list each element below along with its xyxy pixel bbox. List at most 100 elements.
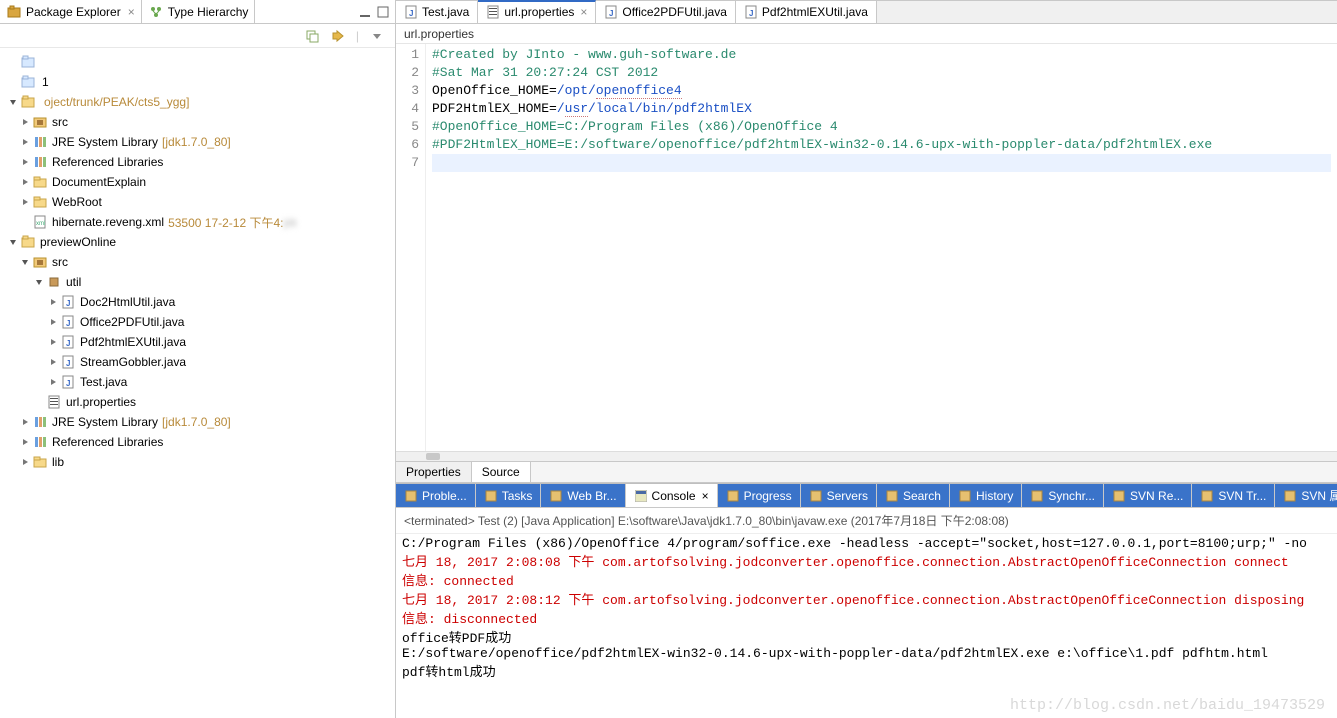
editor-mode-tabs: Properties Source xyxy=(396,461,1337,483)
tree-item[interactable]: JOffice2PDFUtil.java xyxy=(4,312,395,332)
tree-item-decoration: 53500 17-2-12 下午4: xyxy=(168,214,283,231)
bottom-tab[interactable]: Tasks xyxy=(476,484,542,507)
tree-item[interactable]: JRE System Library[jdk1.7.0_80] xyxy=(4,132,395,152)
tree-item[interactable]: JStreamGobbler.java xyxy=(4,352,395,372)
chevron-right-icon[interactable] xyxy=(46,355,60,369)
bottom-tab-label: SVN Tr... xyxy=(1218,489,1266,503)
package-explorer-icon xyxy=(6,4,22,20)
code-editor[interactable]: #Created by JInto - www.guh-software.de#… xyxy=(426,44,1337,451)
chevron-right-icon[interactable] xyxy=(18,175,32,189)
scrollbar-thumb-icon[interactable] xyxy=(426,453,440,460)
bottom-tab[interactable]: SVN Re... xyxy=(1104,484,1192,507)
svn-props-icon xyxy=(1283,489,1297,503)
type-hierarchy-icon xyxy=(148,4,164,20)
chevron-right-icon[interactable] xyxy=(46,295,60,309)
tree-item-decoration: oject/trunk/PEAK/cts5_ygg] xyxy=(44,95,189,109)
tab-source[interactable]: Source xyxy=(472,462,531,482)
chevron-right-icon[interactable] xyxy=(18,195,32,209)
tree-item[interactable]: previewOnline xyxy=(4,232,395,252)
bottom-tab-label: Proble... xyxy=(422,489,467,503)
bottom-tab[interactable]: Progress xyxy=(718,484,801,507)
chevron-right-icon[interactable] xyxy=(46,375,60,389)
chevron-down-icon[interactable] xyxy=(6,95,20,109)
chevron-right-icon[interactable] xyxy=(18,455,32,469)
tree-item[interactable]: DocumentExplain xyxy=(4,172,395,192)
chevron-right-icon[interactable] xyxy=(18,435,32,449)
bottom-tab[interactable]: SVN 属... xyxy=(1275,484,1337,507)
bottom-tab-label: Search xyxy=(903,489,941,503)
console-line: 七月 18, 2017 2:08:12 下午 com.artofsolving.… xyxy=(402,589,1331,608)
console-output[interactable]: C:/Program Files (x86)/OpenOffice 4/prog… xyxy=(396,534,1337,718)
tree-item[interactable]: oject/trunk/PEAK/cts5_ygg] xyxy=(4,92,395,112)
tree-item[interactable]: JTest.java xyxy=(4,372,395,392)
bottom-tab[interactable]: Web Br... xyxy=(541,484,625,507)
editor-tab[interactable]: JTest.java xyxy=(396,0,478,23)
chevron-right-icon[interactable] xyxy=(18,115,32,129)
bottom-tab[interactable]: Proble... xyxy=(396,484,476,507)
bottom-tab-label: Web Br... xyxy=(567,489,616,503)
editor-tab-label: Test.java xyxy=(422,5,469,19)
editor-tab[interactable]: JOffice2PDFUtil.java xyxy=(596,0,735,23)
tree-item[interactable]: lib xyxy=(4,452,395,472)
bottom-tab[interactable]: SVN Tr... xyxy=(1192,484,1275,507)
tree-item[interactable]: JRE System Library[jdk1.7.0_80] xyxy=(4,412,395,432)
link-with-editor-icon[interactable] xyxy=(330,28,346,44)
java-file-icon: J xyxy=(60,314,76,330)
chevron-down-icon[interactable] xyxy=(18,255,32,269)
bottom-tab[interactable]: Console× xyxy=(626,484,718,507)
bottom-view-tabs: Proble...TasksWeb Br...Console×ProgressS… xyxy=(396,484,1337,508)
maximize-icon[interactable] xyxy=(377,6,389,18)
svg-text:J: J xyxy=(609,9,613,18)
tab-package-explorer[interactable]: Package Explorer × xyxy=(0,0,142,23)
tree-item[interactable]: JPdf2htmlEXUtil.java xyxy=(4,332,395,352)
tree-item[interactable]: xml hibernate.reveng.xml 53500 17-2-12 下午4… xyxy=(4,212,395,232)
chevron-right-icon[interactable] xyxy=(18,415,32,429)
tasks-icon xyxy=(484,489,498,503)
chevron-down-icon[interactable] xyxy=(6,235,20,249)
tree-item[interactable]: Referenced Libraries xyxy=(4,432,395,452)
sidebar-tabs: Package Explorer × Type Hierarchy xyxy=(0,0,395,24)
chevron-right-icon[interactable] xyxy=(18,155,32,169)
chevron-down-icon[interactable] xyxy=(32,275,46,289)
tree-item[interactable]: url.properties xyxy=(4,392,395,412)
bottom-tab-label: SVN 属... xyxy=(1301,487,1337,504)
bottom-tab[interactable]: Servers xyxy=(801,484,877,507)
tree-item-label: Test.java xyxy=(80,375,127,389)
svg-text:xml: xml xyxy=(36,221,45,227)
breadcrumb[interactable]: url.properties xyxy=(396,24,1337,44)
minimize-icon[interactable] xyxy=(359,6,371,18)
editor-tab[interactable]: url.properties× xyxy=(478,0,596,23)
collapse-all-icon[interactable] xyxy=(304,28,320,44)
chevron-right-icon[interactable] xyxy=(18,135,32,149)
tree-item[interactable]: src xyxy=(4,252,395,272)
library-icon xyxy=(32,414,48,430)
tree-item[interactable] xyxy=(4,52,395,72)
chevron-right-icon[interactable] xyxy=(46,335,60,349)
bottom-panel: Proble...TasksWeb Br...Console×ProgressS… xyxy=(396,483,1337,718)
chevron-right-icon[interactable] xyxy=(46,315,60,329)
bottom-tab[interactable]: Search xyxy=(877,484,950,507)
svg-text:J: J xyxy=(66,339,70,348)
console-line: C:/Program Files (x86)/OpenOffice 4/prog… xyxy=(402,536,1331,551)
view-menu-icon[interactable] xyxy=(369,28,385,44)
bottom-tab[interactable]: Synchr... xyxy=(1022,484,1104,507)
tree-item[interactable]: 1 xyxy=(4,72,395,92)
tab-properties[interactable]: Properties xyxy=(396,462,472,482)
svg-text:J: J xyxy=(66,319,70,328)
close-icon[interactable]: × xyxy=(128,5,135,19)
tree-item[interactable]: WebRoot xyxy=(4,192,395,212)
project-tree[interactable]: 1oject/trunk/PEAK/cts5_ygg]srcJRE System… xyxy=(0,48,395,718)
editor-tab[interactable]: JPdf2htmlEXUtil.java xyxy=(736,0,877,23)
tab-type-hierarchy[interactable]: Type Hierarchy xyxy=(142,0,256,23)
console-line: 信息: connected xyxy=(402,570,1331,589)
bottom-tab[interactable]: History xyxy=(950,484,1022,507)
editor-horizontal-scrollbar[interactable] xyxy=(396,451,1337,461)
tree-item-label: hibernate.reveng.xml xyxy=(52,215,164,229)
tree-item[interactable]: Referenced Libraries xyxy=(4,152,395,172)
close-icon[interactable]: × xyxy=(580,5,587,19)
tree-item[interactable]: src xyxy=(4,112,395,132)
close-icon[interactable]: × xyxy=(702,489,709,503)
tree-item[interactable]: util xyxy=(4,272,395,292)
tree-item[interactable]: JDoc2HtmlUtil.java xyxy=(4,292,395,312)
package-explorer-view: Package Explorer × Type Hierarchy | 1oje… xyxy=(0,0,396,718)
